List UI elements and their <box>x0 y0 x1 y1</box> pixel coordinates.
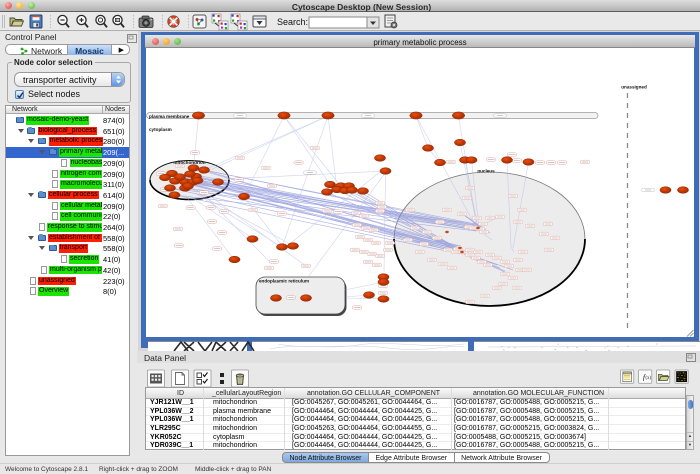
svg-text:(x): (x) <box>646 376 652 381</box>
svg-text:cytoplasm: cytoplasm <box>149 127 172 132</box>
svg-text:endoplasmic reticulum: endoplasmic reticulum <box>259 279 309 284</box>
svg-text:Search:: Search: <box>277 17 308 27</box>
svg-text:unassigned: unassigned <box>621 85 647 90</box>
svg-text:plasma membrane: plasma membrane <box>149 114 190 119</box>
svg-text:nucleus: nucleus <box>477 169 495 174</box>
